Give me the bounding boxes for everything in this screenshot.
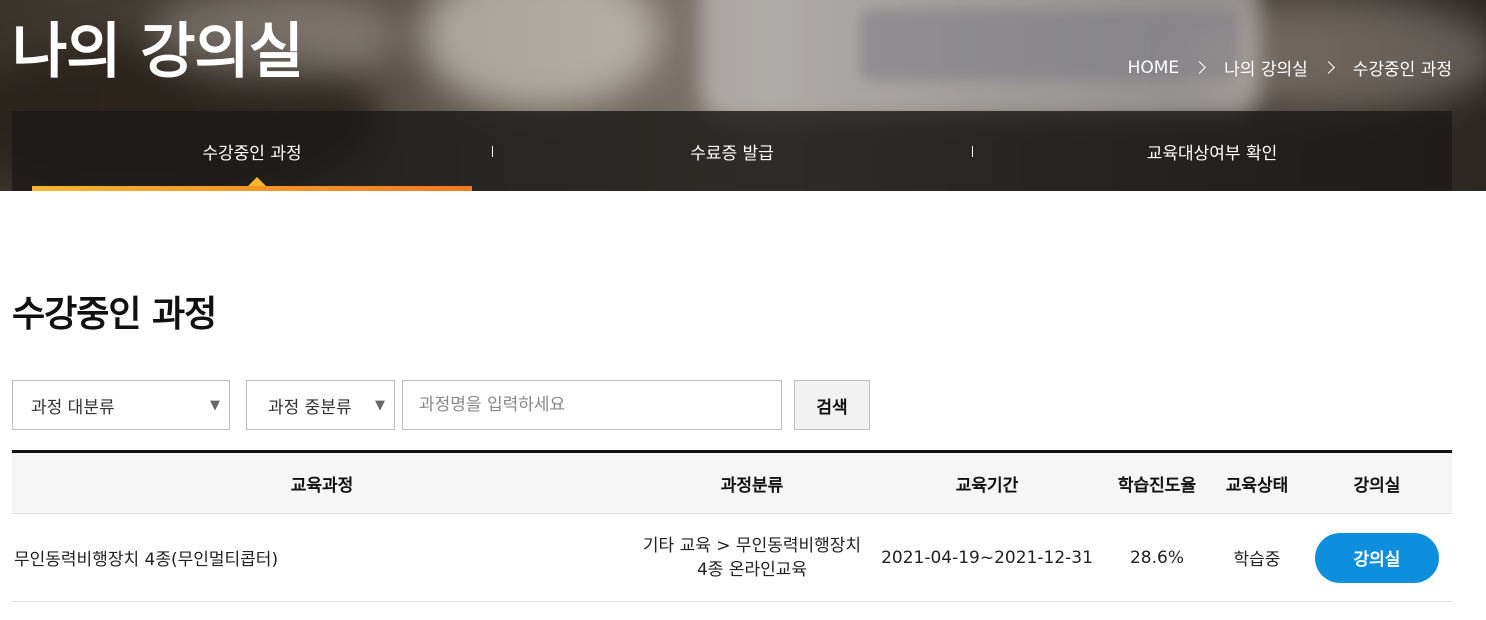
column-header: 교육기간 xyxy=(955,475,1019,496)
enter-classroom-button[interactable]: 강의실 xyxy=(1315,532,1439,583)
category-line: 기타 교육 > 무인동력비행장치 xyxy=(642,535,862,556)
tab-eligibility-check[interactable]: 교육대상여부 확인 xyxy=(972,111,1452,191)
chevron-right-icon xyxy=(1321,61,1335,74)
breadcrumb-my-classroom[interactable]: 나의 강의실 xyxy=(1224,55,1308,80)
table-header: 교육과정 과정분류 교육기간 학습진도율 교육상태 강의실 xyxy=(12,453,1452,514)
tab-bar: 수강중인 과정 수료증 발급 교육대상여부 확인 xyxy=(12,111,1452,191)
chevron-right-icon xyxy=(1193,61,1207,74)
tab-label: 수료증 발급 xyxy=(690,143,774,164)
active-tab-underline xyxy=(32,186,472,191)
page-title: 나의 강의실 xyxy=(12,17,304,87)
column-header: 강의실 xyxy=(1353,475,1401,496)
column-header: 학습진도율 xyxy=(1117,475,1197,496)
section-title: 수강중인 과정 xyxy=(12,294,217,335)
course-name: 무인동력비행장치 4종(무인멀티콥터) xyxy=(14,550,279,570)
column-header: 교육상태 xyxy=(1225,475,1289,496)
category-line: 4종 온라인교육 xyxy=(696,559,808,580)
triangle-down-icon: ▼ xyxy=(375,398,385,413)
triangle-down-icon: ▼ xyxy=(210,398,220,413)
column-header: 과정분류 xyxy=(720,475,784,496)
course-category: 기타 교육 > 무인동력비행장치 4종 온라인교육 xyxy=(632,514,872,601)
category-minor-select[interactable]: 과정 중분류 ▼ xyxy=(246,380,395,430)
select-value: 과정 대분류 xyxy=(31,397,115,418)
breadcrumb-current[interactable]: 수강중인 과정 xyxy=(1353,55,1452,80)
tab-courses-in-progress[interactable]: 수강중인 과정 xyxy=(12,111,492,191)
category-major-select[interactable]: 과정 대분류 ▼ xyxy=(12,380,230,430)
tab-label: 수강중인 과정 xyxy=(202,143,302,164)
select-value: 과정 중분류 xyxy=(268,397,352,418)
search-input[interactable] xyxy=(402,380,782,430)
search-button[interactable]: 검색 xyxy=(794,380,870,430)
tab-label: 교육대상여부 확인 xyxy=(1146,143,1278,164)
column-header: 교육과정 xyxy=(290,475,354,496)
table-row: 무인동력비행장치 4종(무인멀티콥터) 기타 교육 > 무인동력비행장치 4종 … xyxy=(12,514,1452,602)
active-tab-caret-icon xyxy=(248,177,266,186)
hero-banner: 나의 강의실 HOME 나의 강의실 수강중인 과정 수강중인 과정 수료증 발… xyxy=(0,0,1486,191)
breadcrumb: HOME 나의 강의실 수강중인 과정 xyxy=(1128,55,1452,81)
tab-certificate-issue[interactable]: 수료증 발급 xyxy=(492,111,972,191)
hero-background-shape xyxy=(420,0,660,110)
course-period: 2021-04-19~2021-12-31 xyxy=(881,547,1093,568)
course-progress: 28.6% xyxy=(1129,547,1184,568)
course-table: 교육과정 과정분류 교육기간 학습진도율 교육상태 강의실 무인동력비행장치 4… xyxy=(12,450,1452,602)
breadcrumb-home[interactable]: HOME xyxy=(1128,58,1180,78)
classroom-cell: 강의실 xyxy=(1302,514,1452,601)
course-status: 학습중 xyxy=(1233,550,1281,570)
